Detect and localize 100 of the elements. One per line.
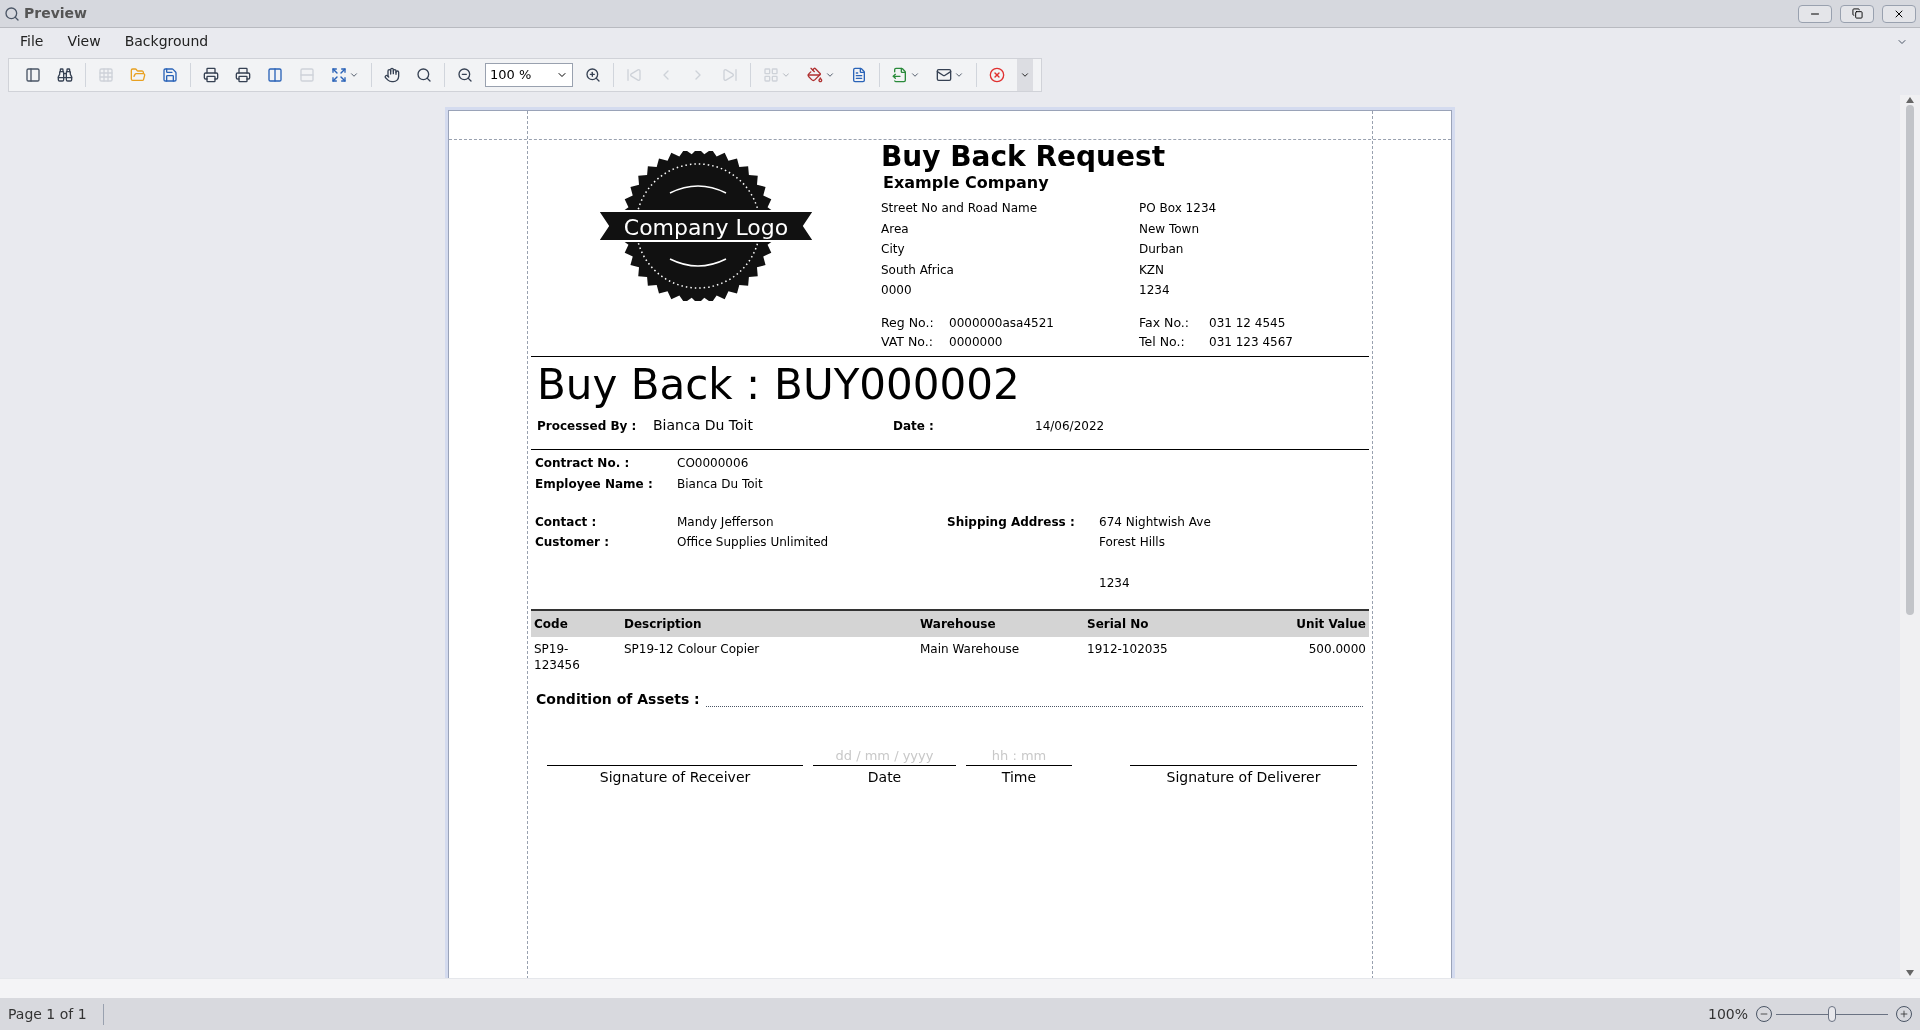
signature-caption: Signature of Deliverer (1166, 768, 1321, 787)
field-value: Bianca Du Toit (653, 416, 754, 435)
document-icon (851, 67, 867, 83)
magnifier-icon (416, 67, 432, 83)
field-label: VAT No.: (881, 332, 934, 351)
scroll-up-icon[interactable] (1906, 97, 1914, 103)
address-line: City (881, 241, 906, 258)
address-line: 0000 (881, 282, 913, 299)
horizontal-scrollbar[interactable] (0, 978, 1920, 998)
last-page-icon (722, 67, 738, 83)
page-indicator: Page 1 of 1 (8, 1003, 104, 1025)
find-icon (57, 67, 73, 83)
close-button[interactable] (1882, 4, 1916, 23)
field-value: 031 12 4545 (1209, 314, 1286, 332)
field-label: Employee Name : (535, 476, 654, 493)
caret-icon (349, 70, 359, 80)
zoom-percent: 100% (1707, 1004, 1748, 1024)
field-label: Tel No.: (1139, 332, 1186, 351)
page-setup-icon (267, 67, 283, 83)
grid-icon (98, 67, 114, 83)
signature-caption: Signature of Receiver (599, 768, 751, 787)
panel-icon (25, 67, 41, 83)
field-label: Contract No. : (535, 455, 631, 472)
field-label: Customer : (535, 534, 610, 552)
field-value: 0000000 (949, 333, 1003, 351)
field-value: 0000000asa4521 (949, 314, 1054, 332)
column-header: Code (534, 616, 569, 633)
zoom-slider[interactable] (1776, 1006, 1888, 1022)
minimize-button[interactable] (1798, 4, 1832, 23)
print-icon (203, 67, 219, 83)
menu-item[interactable]: File (12, 31, 52, 52)
address-line: 1234 (1139, 282, 1171, 299)
address-line: Street No and Road Name (881, 200, 1039, 217)
field-label: Fax No.: (1139, 313, 1191, 332)
address-line: Area (881, 220, 910, 238)
window-title: Preview (24, 4, 88, 23)
address-line: 674 Nightwish Ave (1099, 513, 1211, 531)
column-header: Description (624, 616, 703, 633)
multiple-pages-icon (763, 67, 779, 83)
zoom-combo[interactable]: 100 % (485, 63, 573, 87)
postal-code: 1234 (1099, 574, 1131, 592)
caret-icon (910, 70, 920, 80)
zoom-out-icon (457, 67, 473, 83)
caret-icon (825, 70, 835, 80)
preview-icon (4, 5, 20, 22)
quick-print-icon (235, 67, 251, 83)
field-label: Date : (893, 417, 935, 435)
restore-icon (1851, 8, 1863, 19)
menu-item[interactable]: Background (116, 31, 217, 52)
menu-item[interactable]: View (59, 31, 109, 52)
report-title: Buy Back Request (881, 141, 1167, 173)
field-label: Reg No.: (881, 313, 935, 332)
address-line: Forest Hills (1099, 534, 1166, 552)
mail-icon (936, 67, 952, 83)
table-cell-text: 1912-102035 (1087, 641, 1169, 658)
signature-caption: Time (1001, 768, 1037, 787)
field-value: Mandy Jefferson (677, 513, 774, 531)
caret-icon (781, 70, 791, 80)
table-cell-text: SP19-12 Colour Copier (624, 641, 761, 658)
scroll-thumb[interactable] (1906, 105, 1914, 615)
field-value: 14/06/2022 (1035, 417, 1105, 435)
paint-bucket-icon (807, 67, 823, 83)
address-line: KZN (1139, 261, 1166, 279)
column-header: Warehouse (920, 616, 997, 633)
address-line: Durban (1139, 241, 1185, 258)
column-header: Serial No (1087, 616, 1150, 633)
field-label: Processed By : (537, 417, 638, 435)
table-cell-text: 500.0000 (1307, 641, 1366, 658)
save-icon (162, 67, 178, 83)
field-label: Shipping Address : (947, 513, 1076, 531)
field-label: Contact : (535, 513, 598, 531)
vertical-scrollbar[interactable] (1900, 95, 1920, 978)
folder-icon (130, 67, 146, 83)
address-line: New Town (1139, 220, 1201, 238)
company-name: Example Company (883, 173, 1050, 193)
column-header: Unit Value (1295, 616, 1366, 633)
signature-caption: Date (867, 768, 902, 787)
header-footer-icon (299, 67, 315, 83)
document-heading-label: Buy Back : (537, 358, 761, 411)
field-value: 031 123 4567 (1209, 333, 1293, 351)
zoom-in-icon (585, 67, 601, 83)
export-icon (892, 67, 908, 83)
address-line: PO Box 1234 (1139, 200, 1217, 217)
close-icon (989, 67, 1005, 83)
address-line: South Africa (881, 261, 955, 279)
caret-icon (1020, 70, 1030, 80)
field-value: Bianca Du Toit (677, 476, 763, 493)
table-cell-text: SP19-123456 (534, 641, 581, 673)
table-cell-text: Main Warehouse (920, 641, 1021, 658)
scale-icon (331, 67, 347, 83)
document-number: BUY000002 (774, 358, 1020, 411)
field-value: Office Supplies Unlimited (677, 534, 829, 552)
restore-button[interactable] (1840, 4, 1874, 23)
slider-thumb[interactable] (1828, 1006, 1836, 1022)
plus-icon (1899, 1009, 1909, 1019)
caret-icon (954, 70, 964, 80)
scroll-down-icon[interactable] (1906, 970, 1914, 976)
field-value: CO0000006 (677, 455, 749, 472)
hand-icon (384, 67, 400, 83)
company-logo: Company Logo (598, 151, 814, 301)
